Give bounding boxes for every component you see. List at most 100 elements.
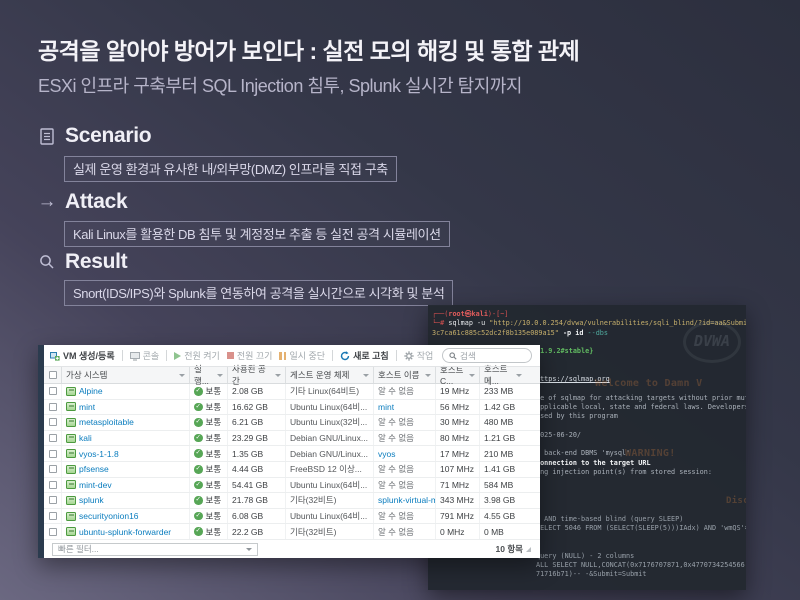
guest-os: 기타(32비트) bbox=[286, 493, 374, 508]
section-result: Result bbox=[38, 250, 127, 274]
host-mem: 0 MB bbox=[480, 524, 526, 539]
column-header-vm[interactable]: 가상 시스템 bbox=[62, 367, 190, 383]
vm-icon bbox=[66, 496, 76, 505]
host-mem: 1.41 GB bbox=[480, 462, 526, 477]
column-header-space[interactable]: 사용된 공간 bbox=[228, 367, 286, 383]
table-row[interactable]: splunk 보통 21.78 GB 기타(32비트) splunk-virtu… bbox=[44, 493, 540, 509]
used-space: 21.78 GB bbox=[228, 493, 286, 508]
vm-icon bbox=[66, 527, 76, 536]
column-header-guest-os[interactable]: 게스트 운영 체제 bbox=[286, 367, 374, 383]
section-desc: Snort(IDS/IPS)와 Splunk를 연동하여 공격을 실시간으로 시… bbox=[64, 280, 453, 306]
vm-icon bbox=[66, 434, 76, 443]
chevron-down-icon bbox=[363, 374, 369, 377]
host-cpu: 107 MHz bbox=[436, 462, 480, 477]
row-checkbox[interactable] bbox=[49, 387, 57, 395]
used-space: 23.29 GB bbox=[228, 431, 286, 446]
select-all-checkbox[interactable] bbox=[49, 371, 57, 379]
row-checkbox[interactable] bbox=[49, 496, 57, 504]
table-row[interactable]: metasploitable 보통 6.21 GB Ubuntu Linux(3… bbox=[44, 415, 540, 431]
table-row[interactable]: vyos-1-1.8 보통 1.35 GB Debian GNU/Linux..… bbox=[44, 446, 540, 462]
vm-name-link[interactable]: ubuntu-splunk-forwarder bbox=[79, 527, 171, 537]
host-name: 알 수 없음 bbox=[374, 462, 436, 477]
search-input[interactable] bbox=[460, 351, 520, 361]
vm-name-link[interactable]: mint bbox=[79, 402, 95, 412]
table-row[interactable]: kali 보통 23.29 GB Debian GNU/Linux... 알 수… bbox=[44, 431, 540, 447]
vm-icon bbox=[66, 512, 76, 521]
search-box[interactable] bbox=[442, 348, 532, 363]
row-checkbox[interactable] bbox=[49, 528, 57, 536]
toolbar-divider bbox=[332, 350, 333, 361]
row-checkbox[interactable] bbox=[49, 481, 57, 489]
section-desc: Kali Linux를 활용한 DB 침투 및 계정정보 추출 등 실전 공격 … bbox=[64, 221, 450, 247]
host-name[interactable]: vyos bbox=[374, 446, 436, 461]
column-header-hostname[interactable]: 호스트 이름 bbox=[374, 367, 436, 383]
refresh-button[interactable]: 새로 고침 bbox=[340, 349, 389, 362]
vm-name-link[interactable]: securityonion16 bbox=[79, 511, 139, 521]
used-space: 54.41 GB bbox=[228, 478, 286, 493]
vm-icon bbox=[66, 402, 76, 411]
vm-name-link[interactable]: vyos-1-1.8 bbox=[79, 449, 119, 459]
status-ok-icon bbox=[194, 512, 203, 521]
guest-os: Ubuntu Linux(64비... bbox=[286, 400, 374, 415]
host-name[interactable]: mint bbox=[374, 400, 436, 415]
toolbar-divider bbox=[396, 350, 397, 361]
power-on-button[interactable]: 전원 켜기 bbox=[174, 349, 220, 362]
actions-button[interactable]: 작업 bbox=[404, 349, 434, 362]
column-header-status[interactable]: 실행... bbox=[190, 367, 228, 383]
status-ok-icon bbox=[194, 434, 203, 443]
table-row[interactable]: securityonion16 보통 6.08 GB Ubuntu Linux(… bbox=[44, 509, 540, 525]
suspend-button[interactable]: 일시 중단 bbox=[279, 349, 325, 362]
esxi-vm-panel-screenshot: VM 생성/등록 콘솔 전원 켜기 전원 끄기 bbox=[38, 345, 540, 558]
chevron-down-icon bbox=[516, 374, 522, 377]
toolbar-divider bbox=[122, 350, 123, 361]
host-cpu: 80 MHz bbox=[436, 431, 480, 446]
vm-name-link[interactable]: splunk bbox=[79, 495, 104, 505]
column-header-host-cpu[interactable]: 호스트 C... bbox=[436, 367, 480, 383]
table-row[interactable]: mint 보통 16.62 GB Ubuntu Linux(64비... min… bbox=[44, 400, 540, 416]
host-mem: 233 MB bbox=[480, 384, 526, 399]
table-row[interactable]: Alpine 보통 2.08 GB 기타 Linux(64비트) 알 수 없음 … bbox=[44, 384, 540, 400]
row-checkbox[interactable] bbox=[49, 434, 57, 442]
chevron-down-icon bbox=[179, 374, 185, 377]
vm-name-link[interactable]: metasploitable bbox=[79, 417, 134, 427]
guest-os: FreeBSD 12 이상... bbox=[286, 462, 374, 477]
toolbar-divider bbox=[166, 350, 167, 361]
table-row[interactable]: ubuntu-splunk-forwarder 보통 22.2 GB 기타(32… bbox=[44, 524, 540, 540]
status-ok-icon bbox=[194, 403, 203, 412]
vm-create-button[interactable]: VM 생성/등록 bbox=[50, 349, 115, 362]
vm-icon bbox=[66, 449, 76, 458]
resize-handle-icon[interactable] bbox=[526, 547, 531, 552]
power-off-button[interactable]: 전원 끄기 bbox=[227, 349, 273, 362]
pause-icon bbox=[279, 352, 286, 360]
chevron-down-icon bbox=[469, 374, 475, 377]
row-checkbox[interactable] bbox=[49, 450, 57, 458]
row-checkbox[interactable] bbox=[49, 418, 57, 426]
column-header-host-mem[interactable]: 호스트 메... bbox=[480, 367, 526, 383]
table-row[interactable]: mint-dev 보통 54.41 GB Ubuntu Linux(64비...… bbox=[44, 478, 540, 494]
host-mem: 480 MB bbox=[480, 415, 526, 430]
row-checkbox[interactable] bbox=[49, 465, 57, 473]
used-space: 4.44 GB bbox=[228, 462, 286, 477]
section-scenario: Scenario bbox=[38, 124, 151, 148]
terminal-line-prompt: ┌──(root㉿kali)-[~] bbox=[428, 310, 746, 319]
quick-filter-dropdown[interactable]: 빠른 필터... bbox=[52, 543, 258, 556]
guest-os: Debian GNU/Linux... bbox=[286, 431, 374, 446]
row-checkbox[interactable] bbox=[49, 512, 57, 520]
status-ok-icon bbox=[194, 465, 203, 474]
table-row[interactable]: pfsense 보통 4.44 GB FreeBSD 12 이상... 알 수 … bbox=[44, 462, 540, 478]
vm-name-link[interactable]: kali bbox=[79, 433, 92, 443]
section-label: Result bbox=[65, 250, 127, 274]
used-space: 6.21 GB bbox=[228, 415, 286, 430]
host-mem: 584 MB bbox=[480, 478, 526, 493]
section-label: Attack bbox=[65, 190, 127, 214]
row-checkbox[interactable] bbox=[49, 403, 57, 411]
vm-name-link[interactable]: Alpine bbox=[79, 386, 103, 396]
guest-os: Debian GNU/Linux... bbox=[286, 446, 374, 461]
vm-name-link[interactable]: pfsense bbox=[79, 464, 109, 474]
host-name[interactable]: splunk-virtual-mac... bbox=[374, 493, 436, 508]
console-button[interactable]: 콘솔 bbox=[130, 349, 160, 362]
vm-name-link[interactable]: mint-dev bbox=[79, 480, 112, 490]
vm-icon bbox=[66, 418, 76, 427]
chevron-down-icon bbox=[217, 374, 223, 377]
host-cpu: 791 MHz bbox=[436, 509, 480, 524]
